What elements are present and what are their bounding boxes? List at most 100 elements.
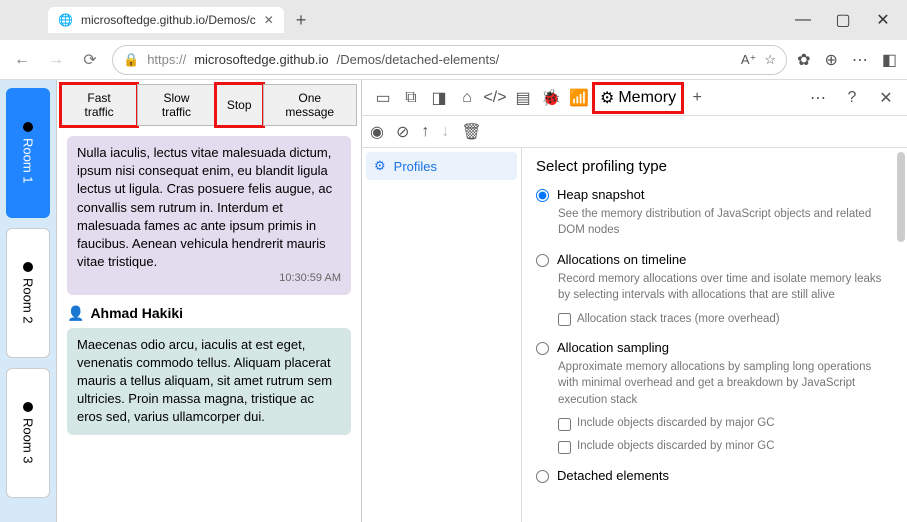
heap-snapshot-radio[interactable] [536, 189, 549, 202]
alloc-sampling-radio[interactable] [536, 342, 549, 355]
memory-label: Memory [618, 89, 676, 107]
stack-traces-checkbox[interactable] [558, 313, 571, 326]
option-desc: Record memory allocations over time and … [558, 271, 893, 303]
extensions-icon[interactable]: ✿ [797, 50, 810, 70]
new-tab-button[interactable]: + [296, 10, 307, 31]
minor-gc-checkbox[interactable] [558, 441, 571, 454]
close-window-button[interactable]: ✕ [875, 12, 891, 28]
collections-icon[interactable]: ⊕ [824, 50, 837, 70]
detached-elements-option[interactable]: Detached elements [536, 468, 893, 483]
favorite-icon[interactable]: ☆ [764, 52, 776, 68]
status-dot [23, 122, 33, 132]
message: Maecenas odio arcu, iaculis at est eget,… [67, 328, 351, 435]
allocations-timeline-option[interactable]: Allocations on timeline Record memory al… [536, 252, 893, 326]
more-tools-icon[interactable]: ⋯ [805, 85, 831, 111]
message: Nulla iaculis, lectus vitae malesuada di… [67, 136, 351, 295]
sub-label: Allocation stack traces (more overhead) [577, 313, 780, 325]
room-label: Room 2 [21, 278, 36, 324]
address-bar[interactable]: 🔒 https:// microsoftedge.github.io/Demos/… [112, 45, 787, 75]
clear-icon[interactable]: ⊘ [396, 122, 409, 142]
record-icon[interactable]: ◉ [370, 122, 384, 142]
network-icon[interactable]: 📶 [566, 85, 592, 111]
memory-toolbar: ◉ ⊘ ↑ ↓ 🗑 [362, 116, 907, 148]
option-label: Allocation sampling [557, 340, 669, 355]
stop-button[interactable]: Stop [216, 84, 263, 126]
close-tab-icon[interactable]: ✕ [264, 13, 274, 27]
tab-title: microsoftedge.github.io/Demos/c [81, 13, 256, 27]
sub-label: Include objects discarded by major GC [577, 417, 775, 429]
chat-panel: Fast traffic Slow traffic Stop One messa… [56, 80, 362, 522]
gear-icon: ⚙ [600, 88, 614, 108]
device-icon[interactable]: ⧉ [398, 85, 424, 111]
welcome-icon[interactable]: ⌂ [454, 85, 480, 111]
trash-icon[interactable]: 🗑 [461, 122, 481, 142]
help-icon[interactable]: ? [839, 85, 865, 111]
panel-icon[interactable]: ◨ [426, 85, 452, 111]
devtools-tab-bar: ▭ ⧉ ◨ ⌂ </> ▤ 🐞 📶 ⚙ Memory + ⋯ ? ✕ [362, 80, 907, 116]
profiles-sidebar: ⚙ Profiles [362, 148, 522, 522]
heap-snapshot-option[interactable]: Heap snapshot See the memory distributio… [536, 187, 893, 238]
back-button[interactable]: ← [10, 48, 34, 72]
option-label: Allocations on timeline [557, 252, 686, 267]
option-label: Detached elements [557, 468, 669, 483]
profiling-title: Select profiling type [536, 158, 893, 175]
option-label: Heap snapshot [557, 187, 644, 202]
person-icon: 👤 [67, 305, 84, 322]
profiling-options: Select profiling type Heap snapshot See … [522, 148, 907, 522]
url-host: microsoftedge.github.io [194, 52, 328, 67]
slow-traffic-button[interactable]: Slow traffic [137, 84, 216, 126]
room-label: Room 3 [21, 418, 36, 464]
rooms-sidebar: Room 1 Room 2 Room 3 [0, 80, 56, 522]
memory-tab[interactable]: ⚙ Memory [594, 84, 682, 112]
minimize-button[interactable]: — [795, 12, 811, 28]
profiles-label: Profiles [394, 159, 437, 174]
titlebar: 🌐 microsoftedge.github.io/Demos/c ✕ + — … [0, 0, 907, 40]
lock-icon: 🔒 [123, 52, 139, 68]
status-dot [23, 402, 33, 412]
reader-icon[interactable]: A⁺ [741, 52, 757, 68]
more-icon[interactable]: ⋯ [852, 50, 868, 70]
globe-icon: 🌐 [58, 13, 73, 27]
major-gc-checkbox[interactable] [558, 418, 571, 431]
profiles-item[interactable]: ⚙ Profiles [366, 152, 517, 180]
sources-icon[interactable]: ▤ [510, 85, 536, 111]
room-3[interactable]: Room 3 [6, 368, 50, 498]
down-icon[interactable]: ↓ [441, 123, 449, 141]
forward-button[interactable]: → [44, 48, 68, 72]
option-desc: Approximate memory allocations by sampli… [558, 359, 893, 407]
url-path: /Demos/detached-elements/ [337, 52, 500, 67]
browser-toolbar: ← → ⟳ 🔒 https:// microsoftedge.github.io /… [0, 40, 907, 80]
sidebar-icon[interactable]: ◧ [882, 50, 897, 70]
url-protocol: https:// [147, 52, 186, 67]
browser-tab[interactable]: 🌐 microsoftedge.github.io/Demos/c ✕ [48, 7, 284, 33]
chat-controls: Fast traffic Slow traffic Stop One messa… [57, 80, 361, 130]
message-text: Nulla iaculis, lectus vitae malesuada di… [77, 144, 341, 271]
inspect-icon[interactable]: ▭ [370, 85, 396, 111]
devtools-panel: ▭ ⧉ ◨ ⌂ </> ▤ 🐞 📶 ⚙ Memory + ⋯ ? ✕ ◉ [362, 80, 907, 522]
author-name: Ahmad Hakiki [90, 305, 183, 321]
add-tab-icon[interactable]: + [684, 85, 710, 111]
room-2[interactable]: Room 2 [6, 228, 50, 358]
messages-area[interactable]: Nulla iaculis, lectus vitae malesuada di… [57, 130, 361, 520]
room-1[interactable]: Room 1 [6, 88, 50, 218]
detached-radio[interactable] [536, 470, 549, 483]
up-icon[interactable]: ↑ [421, 123, 429, 141]
fast-traffic-button[interactable]: Fast traffic [61, 84, 137, 126]
refresh-button[interactable]: ⟳ [78, 48, 102, 72]
message-text: Maecenas odio arcu, iaculis at est eget,… [77, 336, 341, 427]
elements-icon[interactable]: </> [482, 85, 508, 111]
status-dot [23, 262, 33, 272]
message-time: 10:30:59 AM [77, 271, 341, 286]
allocation-sampling-option[interactable]: Allocation sampling Approximate memory a… [536, 340, 893, 453]
scrollbar[interactable] [897, 152, 905, 242]
alloc-timeline-radio[interactable] [536, 254, 549, 267]
one-message-button[interactable]: One message [263, 84, 357, 126]
filter-icon: ⚙ [374, 158, 386, 174]
bug-icon[interactable]: 🐞 [538, 85, 564, 111]
maximize-button[interactable]: ▢ [835, 12, 851, 28]
close-devtools-icon[interactable]: ✕ [873, 85, 899, 111]
option-desc: See the memory distribution of JavaScrip… [558, 206, 893, 238]
message-author: 👤 Ahmad Hakiki [67, 305, 351, 322]
room-label: Room 1 [21, 138, 36, 184]
sub-label: Include objects discarded by minor GC [577, 440, 775, 452]
